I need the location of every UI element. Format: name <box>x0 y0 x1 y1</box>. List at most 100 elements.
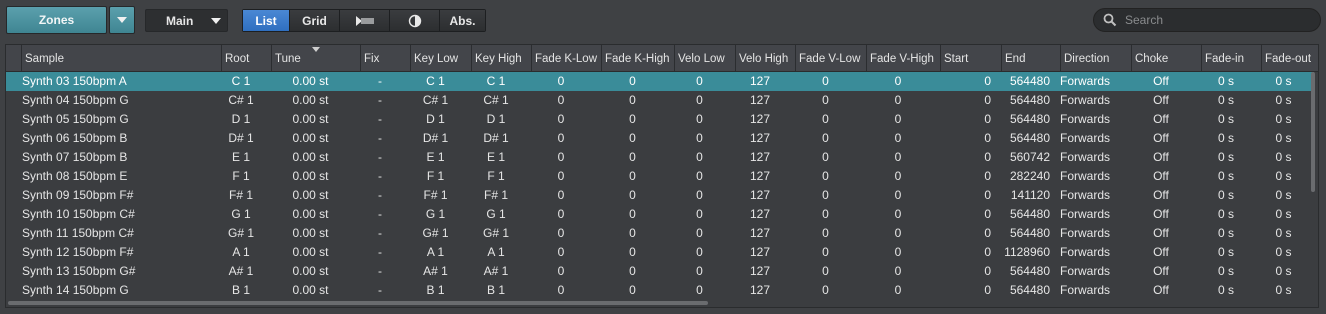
cell-end: 564480 <box>1009 112 1050 126</box>
cell-fade-k-low: 0 <box>557 207 565 221</box>
cell-start: 0 <box>984 131 991 145</box>
table-row[interactable]: Synth 03 150bpm A C 1 0.00 st - C 1 C 1 0 0 0 127… <box>6 72 1314 91</box>
cell-fade-k-low: 0 <box>557 112 565 126</box>
cell-fade-k-low: 0 <box>557 264 565 278</box>
column-header-choke[interactable]: Choke <box>1131 45 1201 71</box>
column-header-velo-low[interactable]: Velo Low <box>674 45 735 71</box>
cell-tune: 0.00 st <box>292 74 329 88</box>
cell-fade-k-high: 0 <box>629 93 636 107</box>
abs-button[interactable]: Abs. <box>440 10 485 31</box>
cell-fade-v-high: 0 <box>894 112 902 126</box>
cell-tune: 0.00 st <box>292 226 329 240</box>
table-row[interactable]: Synth 14 150bpm G B 1 0.00 st - B 1 B 1 0 0 0 127… <box>6 281 1314 300</box>
column-header-fade-in[interactable]: Fade-in <box>1201 45 1261 71</box>
column-header-fade-v-high[interactable]: Fade V-High <box>866 45 940 71</box>
cell-choke: Off <box>1153 283 1169 297</box>
zones-dropdown-button[interactable] <box>109 6 135 34</box>
column-header-root[interactable]: Root <box>221 45 271 71</box>
cell-fade-v-high: 0 <box>894 283 902 297</box>
cell-fade-k-low: 0 <box>557 150 565 164</box>
cell-end: 141120 <box>1010 188 1050 202</box>
column-header-fade-k-high[interactable]: Fade K-High <box>601 45 674 71</box>
cell-key-high: D 1 <box>486 112 506 126</box>
cell-choke: Off <box>1153 112 1169 126</box>
column-header-key-high[interactable]: Key High <box>471 45 531 71</box>
cell-key-low: G# 1 <box>422 226 449 240</box>
search-box[interactable] <box>1093 8 1321 32</box>
horizontal-scrollbar[interactable] <box>8 301 708 305</box>
cell-tune: 0.00 st <box>292 169 329 183</box>
table-row[interactable]: Synth 04 150bpm G C# 1 0.00 st - C# 1 C# 1 0 0 0… <box>6 91 1314 110</box>
cell-fade-v-low: 0 <box>822 264 829 278</box>
column-header-velo-high[interactable]: Velo High <box>735 45 795 71</box>
cell-fade-v-high: 0 <box>894 188 902 202</box>
table-row[interactable]: Synth 07 150bpm B E 1 0.00 st - E 1 E 1 0 0 0 127… <box>6 148 1314 167</box>
search-input[interactable] <box>1123 12 1307 28</box>
cell-fade-v-high: 0 <box>894 264 902 278</box>
grid-view-button[interactable]: Grid <box>290 10 340 31</box>
cell-velo-low: 0 <box>696 245 703 259</box>
table-row[interactable]: Synth 11 150bpm C# G# 1 0.00 st - G# 1 G# 1 0 0… <box>6 224 1314 243</box>
table-header: Sample Root Tune Fix Key Low Key High Fade K-L… <box>6 45 1318 72</box>
column-header-fade-out[interactable]: Fade-out <box>1261 45 1316 71</box>
search-icon <box>1103 13 1117 27</box>
cell-choke: Off <box>1153 93 1169 107</box>
cell-velo-low: 0 <box>696 226 703 240</box>
play-mode-button[interactable] <box>340 10 390 31</box>
cell-fix: - <box>378 188 382 202</box>
column-header-direction[interactable]: Direction <box>1060 45 1131 71</box>
cell-key-high: G# 1 <box>482 226 509 240</box>
column-header-fade-v-low[interactable]: Fade V-Low <box>795 45 866 71</box>
column-header-start[interactable]: Start <box>940 45 1001 71</box>
cell-fade-out: 0 s <box>1275 131 1292 145</box>
cell-start: 0 <box>984 207 991 221</box>
cell-key-low: F 1 <box>426 169 445 183</box>
cell-fade-in: 0 s <box>1217 226 1234 240</box>
column-header-key-low[interactable]: Key Low <box>410 45 471 71</box>
cell-fade-k-high: 0 <box>629 188 636 202</box>
cell-sample: Synth 08 150bpm E <box>22 169 128 183</box>
cell-fix: - <box>378 226 382 240</box>
zones-button[interactable]: Zones <box>6 6 107 34</box>
cell-fade-v-high: 0 <box>894 169 902 183</box>
cell-fade-k-high: 0 <box>629 283 636 297</box>
cell-sample: Synth 11 150bpm C# <box>22 226 134 240</box>
cell-start: 0 <box>984 283 991 297</box>
cell-velo-low: 0 <box>696 264 703 278</box>
cell-key-low: A# 1 <box>423 264 448 278</box>
cell-fade-in: 0 s <box>1217 112 1234 126</box>
vertical-scrollbar[interactable] <box>1311 72 1315 192</box>
cell-fade-v-high: 0 <box>894 74 902 88</box>
table-row[interactable]: Synth 09 150bpm F# F# 1 0.00 st - F# 1 F# 1 0 0… <box>6 186 1314 205</box>
cell-direction: Forwards <box>1060 264 1111 278</box>
column-header-tune[interactable]: Tune <box>271 45 360 71</box>
half-circle-button[interactable] <box>390 10 440 31</box>
cell-fade-out: 0 s <box>1275 150 1292 164</box>
cell-direction: Forwards <box>1060 74 1111 88</box>
table-row[interactable]: Synth 06 150bpm B D# 1 0.00 st - D# 1 D# 1 0 0 0… <box>6 129 1314 148</box>
list-view-button[interactable]: List <box>243 10 290 31</box>
cell-tune: 0.00 st <box>292 245 329 259</box>
cell-key-low: E 1 <box>426 150 445 164</box>
column-header-fix[interactable]: Fix <box>360 45 410 71</box>
cell-key-low: D# 1 <box>422 131 449 145</box>
table-row[interactable]: Synth 10 150bpm C# G 1 0.00 st - G 1 G 1 0 0 0 12… <box>6 205 1314 224</box>
cell-sample: Synth 03 150bpm A <box>22 74 127 88</box>
cell-fade-out: 0 s <box>1275 264 1292 278</box>
cell-sample: Synth 12 150bpm F# <box>22 245 134 259</box>
table-row[interactable]: Synth 05 150bpm G D 1 0.00 st - D 1 D 1 0 0 0 127… <box>6 110 1314 129</box>
cell-fade-out: 0 s <box>1275 226 1292 240</box>
cell-fade-out: 0 s <box>1275 93 1292 107</box>
cell-fade-v-low: 0 <box>822 112 829 126</box>
table-row[interactable]: Synth 12 150bpm F# A 1 0.00 st - A 1 A 1 0 0 0 12… <box>6 243 1314 262</box>
column-header-sample[interactable]: Sample <box>21 45 221 71</box>
table-row[interactable]: Synth 08 150bpm E F 1 0.00 st - F 1 F 1 0 0 0 127… <box>6 167 1314 186</box>
cell-root: C 1 <box>231 74 251 88</box>
column-header-fade-k-low[interactable]: Fade K-Low <box>531 45 601 71</box>
cell-fix: - <box>378 264 382 278</box>
main-select[interactable]: Main <box>145 9 228 32</box>
half-circle-icon <box>408 14 421 27</box>
cell-end: 564480 <box>1009 131 1050 145</box>
table-row[interactable]: Synth 13 150bpm G# A# 1 0.00 st - A# 1 A# 1 0 0… <box>6 262 1314 281</box>
column-header-end[interactable]: End <box>1001 45 1060 71</box>
